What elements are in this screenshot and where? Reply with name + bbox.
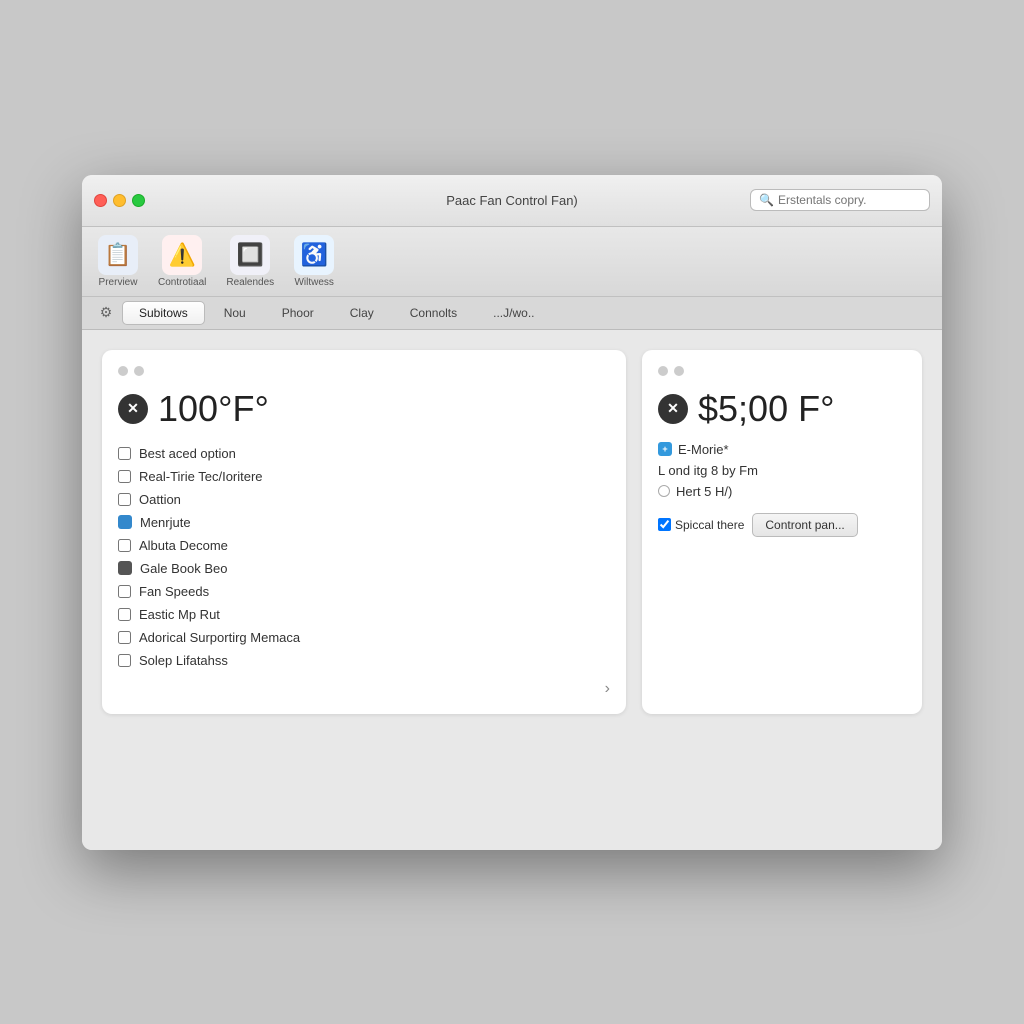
label-fan: Fan Speeds xyxy=(139,584,209,599)
toolbar-item-wit[interactable]: ♿ Wiltwess xyxy=(294,235,334,288)
toolbar-label-wit: Wiltwess xyxy=(294,277,333,288)
dot-r2 xyxy=(674,366,684,376)
list-item: Best aced option xyxy=(118,446,610,461)
list-item: Fan Speeds xyxy=(118,584,610,599)
spiccal-text: Spiccal there xyxy=(675,518,744,532)
info-row-emorie: + E-Morie* xyxy=(658,442,906,457)
label-oattion: Oattion xyxy=(139,492,181,507)
list-item: Adorical Surportirg Memaca xyxy=(118,630,610,645)
control-icon: ⚠️ xyxy=(162,235,202,275)
list-item: Eastic Mp Rut xyxy=(118,607,610,622)
spiccal-label: Spiccal there xyxy=(658,518,744,532)
tab-phoor[interactable]: Phoor xyxy=(265,301,331,325)
checkbox-adorical[interactable] xyxy=(118,631,131,644)
right-panel: ✕ $5;00 F° + E-Morie* L ond itg 8 by Fm … xyxy=(642,350,922,714)
traffic-lights xyxy=(94,194,145,207)
info-row-hert: Hert 5 H/) xyxy=(658,484,906,499)
dot-r1 xyxy=(658,366,668,376)
more-arrow[interactable]: › xyxy=(118,680,610,698)
left-temp-heading: ✕ 100°F° xyxy=(118,388,610,430)
search-input[interactable] xyxy=(778,193,921,207)
panels: ✕ 100°F° Best aced option Real-Tirie Tec… xyxy=(102,350,922,714)
content-area: ✕ 100°F° Best aced option Real-Tirie Tec… xyxy=(82,330,942,850)
spiccal-checkbox[interactable] xyxy=(658,518,671,531)
window-title: Paac Fan Control Fan) xyxy=(446,193,578,208)
label-best: Best aced option xyxy=(139,446,236,461)
search-box[interactable]: 🔍 xyxy=(750,189,930,211)
gear-tab[interactable]: ⚙ xyxy=(92,301,120,325)
checkbox-fan[interactable] xyxy=(118,585,131,598)
tab-nou[interactable]: Nou xyxy=(207,301,263,325)
toolbar-item-real[interactable]: 🔲 Realendes xyxy=(226,235,274,288)
list-item: Gale Book Beo xyxy=(118,561,610,576)
right-buttons: Spiccal there Contront pan... xyxy=(658,513,906,537)
label-adorical: Adorical Surportirg Memaca xyxy=(139,630,300,645)
globe-icon xyxy=(118,561,132,575)
tab-connolts[interactable]: Connolts xyxy=(393,301,474,325)
hert-radio[interactable] xyxy=(658,485,670,497)
list-item: Oattion xyxy=(118,492,610,507)
titlebar: Paac Fan Control Fan) 🔍 xyxy=(82,175,942,227)
toolbar-label-preview: Prerview xyxy=(99,277,138,288)
close-button[interactable] xyxy=(94,194,107,207)
toolbar-item-preview[interactable]: 📋 Prerview xyxy=(98,235,138,288)
check-list: Best aced option Real-Tirie Tec/Ioritere… xyxy=(118,446,610,668)
tab-jwo[interactable]: ...J/wo.. xyxy=(476,301,551,325)
tab-subitows[interactable]: Subitows xyxy=(122,301,205,325)
toolbar: 📋 Prerview ⚠️ Controtiaal 🔲 Realendes ♿ … xyxy=(82,227,942,297)
checkbox-albuta[interactable] xyxy=(118,539,131,552)
panel-dots-right xyxy=(658,366,906,376)
right-temp-heading: ✕ $5;00 F° xyxy=(658,388,906,430)
wit-icon: ♿ xyxy=(294,235,334,275)
minimize-button[interactable] xyxy=(113,194,126,207)
label-gale: Gale Book Beo xyxy=(140,561,227,576)
toolbar-label-control: Controtiaal xyxy=(158,277,206,288)
checkbox-eastic[interactable] xyxy=(118,608,131,621)
dot-1 xyxy=(118,366,128,376)
left-temp-value: 100°F° xyxy=(158,388,269,430)
blue-square-icon xyxy=(118,515,132,529)
toolbar-label-real: Realendes xyxy=(226,277,274,288)
label-albuta: Albuta Decome xyxy=(139,538,228,553)
list-item: Real-Tirie Tec/Ioritere xyxy=(118,469,610,484)
emorie-label: E-Morie* xyxy=(678,442,729,457)
real-icon: 🔲 xyxy=(230,235,270,275)
checkbox-real[interactable] xyxy=(118,470,131,483)
contront-button[interactable]: Contront pan... xyxy=(752,513,857,537)
preview-icon: 📋 xyxy=(98,235,138,275)
main-window: Paac Fan Control Fan) 🔍 📋 Prerview ⚠️ Co… xyxy=(82,175,942,850)
tab-bar: ⚙ Subitows Nou Phoor Clay Connolts ...J/… xyxy=(82,297,942,330)
dot-2 xyxy=(134,366,144,376)
label-menrjute: Menrjute xyxy=(140,515,191,530)
right-info: + E-Morie* L ond itg 8 by Fm Hert 5 H/) xyxy=(658,442,906,499)
list-item: Solep Lifatahss xyxy=(118,653,610,668)
checkbox-best[interactable] xyxy=(118,447,131,460)
lond-label: L ond itg 8 by Fm xyxy=(658,463,758,478)
emorie-icon: + xyxy=(658,442,672,456)
checkbox-solep[interactable] xyxy=(118,654,131,667)
list-item: Menrjute xyxy=(118,515,610,530)
list-item: Albuta Decome xyxy=(118,538,610,553)
info-row-lond: L ond itg 8 by Fm xyxy=(658,463,906,478)
checkbox-oattion[interactable] xyxy=(118,493,131,506)
panel-dots-left xyxy=(118,366,610,376)
maximize-button[interactable] xyxy=(132,194,145,207)
left-close-btn[interactable]: ✕ xyxy=(118,394,148,424)
search-icon: 🔍 xyxy=(759,193,774,207)
right-temp-value: $5;00 F° xyxy=(698,388,834,430)
toolbar-item-control[interactable]: ⚠️ Controtiaal xyxy=(158,235,206,288)
tab-clay[interactable]: Clay xyxy=(333,301,391,325)
left-panel: ✕ 100°F° Best aced option Real-Tirie Tec… xyxy=(102,350,626,714)
right-close-btn[interactable]: ✕ xyxy=(658,394,688,424)
hert-label: Hert 5 H/) xyxy=(676,484,732,499)
label-eastic: Eastic Mp Rut xyxy=(139,607,220,622)
label-real: Real-Tirie Tec/Ioritere xyxy=(139,469,263,484)
label-solep: Solep Lifatahss xyxy=(139,653,228,668)
